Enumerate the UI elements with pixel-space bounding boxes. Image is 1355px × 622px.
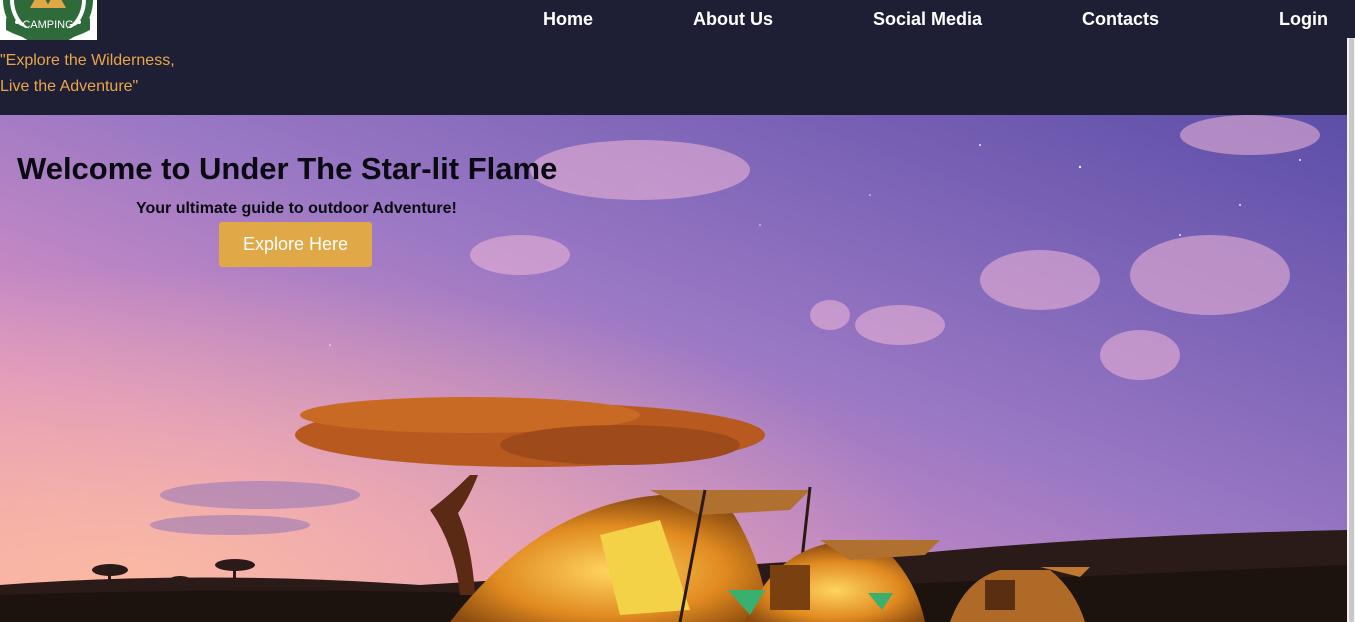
nav-login[interactable]: Login xyxy=(1279,9,1328,30)
camping-logo[interactable]: CAMPING xyxy=(0,0,97,40)
camping-logo-icon: CAMPING xyxy=(3,0,93,40)
nav-social-media[interactable]: Social Media xyxy=(873,9,982,30)
site-header: CAMPING "Explore the Wilderness, Live th… xyxy=(0,0,1355,115)
nav-contacts[interactable]: Contacts xyxy=(1082,9,1159,30)
night-sky-camping-tents-image xyxy=(0,115,1347,622)
hero-section: Welcome to Under The Star-lit Flame Your… xyxy=(0,115,1347,622)
tagline-line-2: Live the Adventure" xyxy=(0,78,139,95)
tagline: "Explore the Wilderness, Live the Advent… xyxy=(0,48,175,100)
tagline-line-1: "Explore the Wilderness, xyxy=(0,52,175,69)
hero-subtitle: Your ultimate guide to outdoor Adventure… xyxy=(136,200,457,217)
page: CAMPING "Explore the Wilderness, Live th… xyxy=(0,0,1355,622)
nav-about-us[interactable]: About Us xyxy=(693,9,773,30)
svg-text:CAMPING: CAMPING xyxy=(22,19,73,31)
hero-title: Welcome to Under The Star-lit Flame xyxy=(17,151,558,186)
scrollbar-thumb[interactable] xyxy=(1349,38,1354,622)
explore-here-button[interactable]: Explore Here xyxy=(219,222,372,267)
nav-home[interactable]: Home xyxy=(543,9,593,30)
